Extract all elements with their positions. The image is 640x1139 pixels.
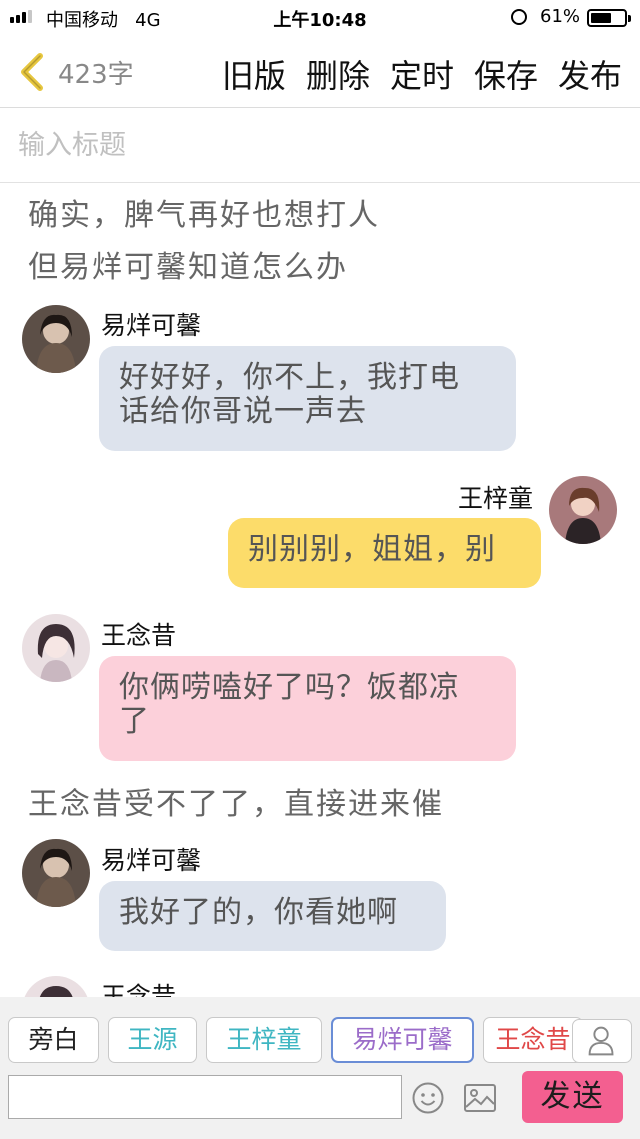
chat-content[interactable]: 确实，脾气再好也想打人 但易烊可馨知道怎么办 易烊可馨 好好好，你不上，我打电话…	[0, 184, 640, 997]
user-icon[interactable]	[572, 1019, 632, 1063]
editor-screen: 中国移动 4G 上午10:48 61% 423字 旧版 删除 定时 保存 发布 …	[0, 0, 640, 1139]
role-selector: 旁白 王源 王梓童 易烊可馨 王念昔	[0, 1013, 640, 1067]
title-input[interactable]	[0, 109, 640, 183]
role-chip-wangyuan[interactable]: 王源	[108, 1017, 197, 1063]
avatar[interactable]	[22, 976, 90, 997]
sender-name: 王梓童	[458, 484, 534, 513]
message-bubble: 好好好，你不上，我打电 话给你哥说一声去	[99, 346, 516, 451]
sender-name: 易烊可馨	[101, 311, 202, 340]
role-chip-narrator[interactable]: 旁白	[8, 1017, 99, 1063]
narration-text: 确实，脾气再好也想打人	[28, 198, 380, 233]
role-chip-wangnianxi[interactable]: 王念昔	[483, 1017, 583, 1063]
narration-text: 但易烊可馨知道怎么办	[28, 250, 348, 285]
action-menu: 旧版 删除 定时 保存 发布	[222, 51, 622, 97]
emoji-icon[interactable]	[411, 1081, 445, 1115]
schedule-button[interactable]: 定时	[390, 51, 454, 97]
image-icon[interactable]	[463, 1083, 497, 1113]
sender-name: 易烊可馨	[101, 846, 202, 875]
role-chip-yiyangkexin[interactable]: 易烊可馨	[331, 1017, 474, 1063]
send-button[interactable]: 发送	[522, 1071, 623, 1123]
word-count: 423字	[58, 60, 134, 90]
message-bubble: 你俩唠嗑好了吗？饭都凉了	[99, 656, 516, 761]
save-button[interactable]: 保存	[474, 51, 538, 97]
message-input[interactable]	[8, 1075, 402, 1119]
avatar[interactable]	[22, 614, 90, 682]
chevron-left-icon[interactable]	[16, 53, 48, 91]
role-chip-wangzitong[interactable]: 王梓童	[206, 1017, 322, 1063]
publish-button[interactable]: 发布	[558, 51, 622, 97]
delete-button[interactable]: 删除	[306, 51, 370, 97]
sender-name: 王念昔	[101, 621, 177, 650]
battery-percent: 61%	[540, 6, 581, 27]
message-bubble: 我好了的，你看她啊	[99, 881, 446, 951]
old-version-button[interactable]: 旧版	[222, 51, 286, 97]
avatar[interactable]	[549, 476, 617, 544]
top-nav-bar: 423字 旧版 删除 定时 保存 发布	[0, 36, 640, 108]
avatar[interactable]	[22, 839, 90, 907]
status-bar: 中国移动 4G 上午10:48 61%	[0, 0, 640, 36]
message-bubble: 别别别，姐姐，别	[228, 518, 541, 588]
alarm-icon	[511, 9, 527, 25]
sender-name: 王念昔	[101, 982, 177, 997]
composer-panel: 旁白 王源 王梓童 易烊可馨 王念昔 发送	[0, 997, 640, 1139]
battery-icon	[587, 9, 631, 27]
narration-text: 王念昔受不了了，直接进来催	[28, 787, 444, 822]
avatar[interactable]	[22, 305, 90, 373]
